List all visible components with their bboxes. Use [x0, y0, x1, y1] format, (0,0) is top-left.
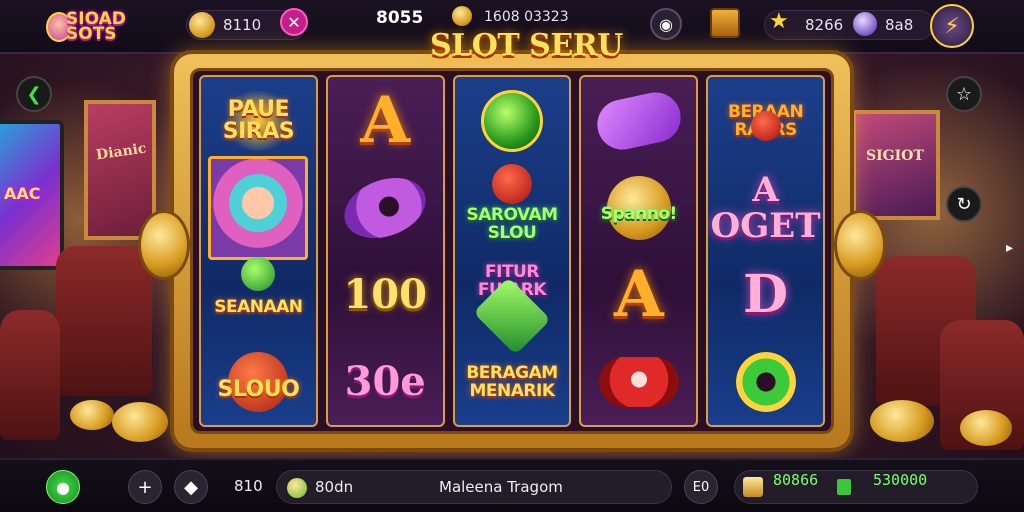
reel-2: A 100 30e	[325, 75, 445, 427]
reels-container: PAUE SIRAS SEANAAN SLOUO A 100 30e SAROV…	[190, 68, 834, 434]
reel-2-symbol-2	[328, 164, 443, 251]
green-ring-symbol	[735, 351, 796, 412]
lightning-icon: ⚡	[944, 13, 960, 39]
spin-icon: ●	[56, 477, 70, 497]
increase-bet-button[interactable]: +	[128, 470, 162, 504]
reel-3-symbol-2: SAROVAM SLOU	[455, 164, 570, 251]
gem-value: 8266	[805, 16, 844, 34]
poster-left-text: Dianic	[95, 140, 148, 164]
reel-4: Spanno! A	[579, 75, 699, 427]
gold-value: 1608 03323	[484, 9, 569, 25]
tv-text: AAC	[4, 184, 41, 203]
treasure-chest-icon[interactable]	[710, 8, 740, 38]
profile-avatar[interactable]: ⚡	[930, 4, 974, 48]
message-bar: 80dn Maleena Tragom	[276, 470, 672, 504]
star-icon: ★	[769, 9, 789, 34]
green-monster-symbol	[480, 89, 543, 152]
reel-4-symbol-2: Spanno!	[581, 164, 696, 251]
bet-value: 810	[234, 477, 263, 495]
game-logo: SIOAD SOTS	[44, 4, 144, 50]
poster-right-text: SIGIOT	[866, 148, 924, 164]
reel-3-symbol-3: FITUR FUJARK	[455, 251, 570, 355]
reel-3-symbol-1	[455, 77, 570, 164]
balance-a: 80866	[773, 471, 819, 489]
back-button[interactable]: ❮	[16, 76, 52, 112]
tv-screen: AAC	[0, 120, 64, 270]
reel-2-symbol-4: 30e	[344, 358, 426, 405]
reel-1-symbol-3: SEANAAN	[201, 251, 316, 338]
crystal-icon	[853, 12, 877, 36]
bottom-bar: ● + ◆ 810 80dn Maleena Tragom E0 80866 5…	[0, 458, 1024, 512]
character-portrait	[208, 155, 309, 260]
coin-value: 80dn	[315, 478, 354, 496]
scroll-right-icon[interactable]: ▸	[1006, 240, 1013, 256]
mask-symbol	[592, 87, 686, 154]
decrease-bet-button[interactable]: ◆	[174, 470, 208, 504]
reel-4-symbol-4	[581, 338, 696, 425]
score-value: 8055	[376, 8, 424, 28]
right-ornament	[834, 210, 886, 280]
reel-1: PAUE SIRAS SEANAAN SLOUO	[199, 75, 318, 427]
reel-5-symbol-2: A OGET	[710, 169, 821, 246]
reel-5-symbol-3: D	[743, 263, 789, 325]
coin-pile-left-2	[112, 402, 168, 442]
settings-icon[interactable]: ◉	[650, 8, 682, 40]
wall-poster-right: SIGIOT	[852, 110, 940, 220]
reel-1-symbol-1: PAUE SIRAS	[201, 77, 316, 164]
reel-2-symbol-3: 100	[343, 271, 427, 318]
reel-1-symbol-4: SLOUO	[201, 338, 316, 425]
cash-icon	[837, 479, 851, 495]
message-text: Maleena Tragom	[439, 478, 563, 496]
favorite-star-icon[interactable]: ☆	[946, 76, 982, 112]
logo-text: SIOAD SOTS	[66, 9, 126, 44]
balance-b: 530000	[873, 471, 928, 489]
reel-5-symbol-1: BERAAN RAARS	[708, 77, 823, 164]
amulet-symbol	[336, 166, 435, 249]
armchair-left-front	[0, 310, 60, 440]
balance-display: 80866 530000	[734, 470, 978, 504]
reel-3-symbol-4: BERAGAM MENARIK	[466, 362, 558, 401]
gold-icon	[452, 6, 472, 26]
game-title-text: SLOT SERU	[430, 28, 623, 63]
reel-5: BERAAN RAARS A OGET D	[706, 75, 825, 427]
auto-label: E0	[692, 479, 710, 495]
reel-5-symbol-4	[708, 338, 823, 425]
close-icon[interactable]: ✕	[280, 8, 308, 36]
spin-button[interactable]: ●	[46, 470, 80, 504]
coin-icon	[189, 12, 215, 38]
crystal-value: 8a8	[885, 16, 914, 34]
slot-machine-frame: PAUE SIRAS SEANAAN SLOUO A 100 30e SAROV…	[174, 54, 850, 448]
auto-button[interactable]: E0	[684, 470, 718, 504]
coin-pile-left	[70, 400, 114, 430]
coins-value: 8110	[223, 16, 262, 34]
left-ornament	[138, 210, 190, 280]
game-title: SLOT SERU	[430, 28, 623, 68]
reel-4-symbol-1	[581, 77, 696, 164]
plus-icon: +	[137, 476, 153, 498]
refresh-icon[interactable]: ↻	[946, 186, 982, 222]
reel-1-symbol-2	[201, 155, 316, 260]
coin-pile-right	[870, 400, 934, 442]
gems-counter: ★ 8266 8a8	[764, 9, 934, 40]
reel-2-symbol-1: A	[360, 82, 411, 158]
coin-small-icon	[287, 478, 307, 498]
popcorn-icon	[743, 477, 763, 497]
coin-pile-right-2	[960, 410, 1012, 446]
armchair-left	[56, 246, 152, 396]
red-fish-symbol	[598, 356, 679, 407]
diamond-icon: ◆	[184, 476, 198, 498]
reel-3: SAROVAM SLOU FITUR FUJARK BERAGAM MENARI…	[452, 75, 572, 427]
reel-4-symbol-3: A	[613, 256, 664, 332]
